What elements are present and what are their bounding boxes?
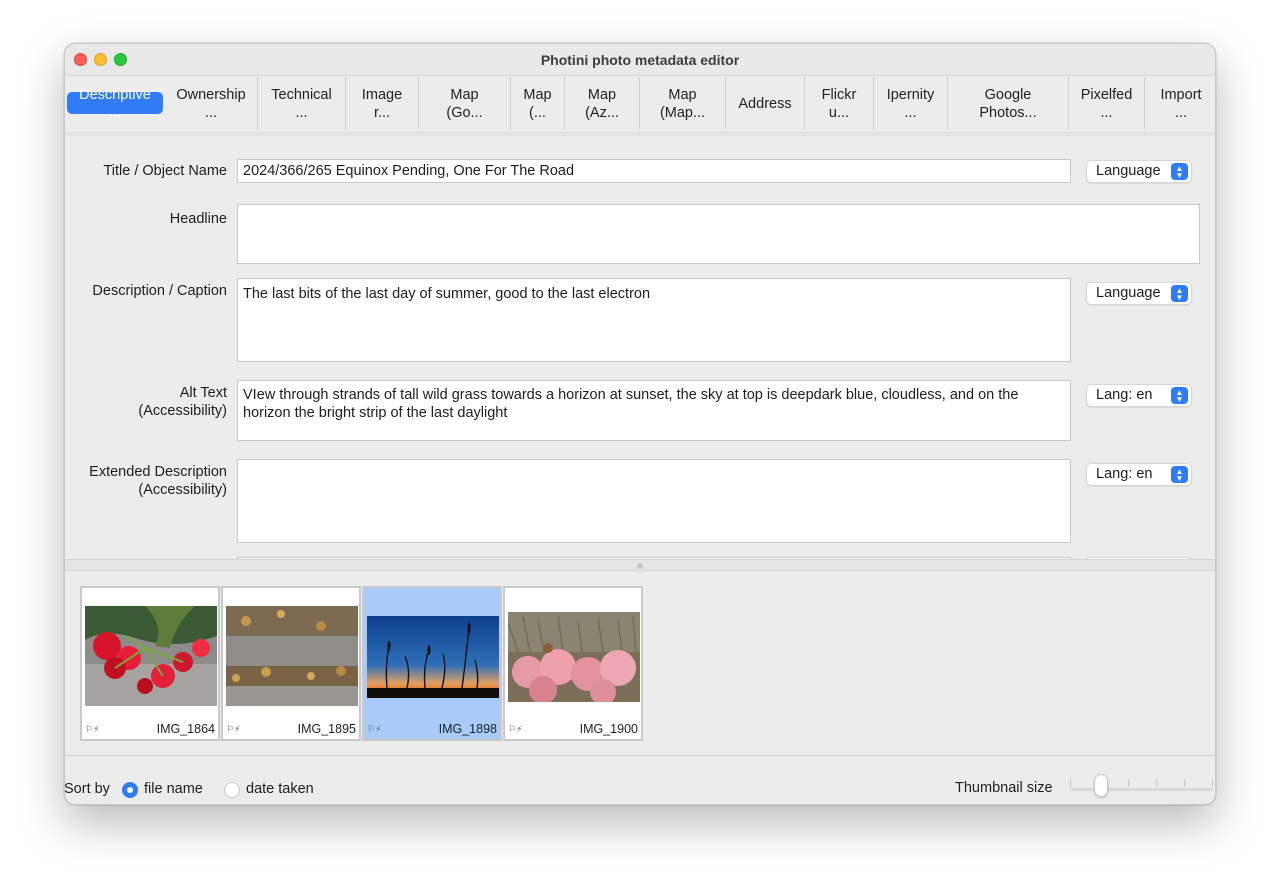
thumbnail-img-1898[interactable]: ⚐⚡ IMG_1898 bbox=[362, 586, 502, 741]
thumbnail-name: IMG_1864 bbox=[156, 722, 215, 736]
app-window: Photini photo metadata editor Descriptiv… bbox=[64, 43, 1216, 805]
flag-icon: ⚐⚡ bbox=[85, 724, 100, 734]
thumbnail-size-slider[interactable] bbox=[1070, 788, 1213, 791]
sort-date-taken-radio[interactable] bbox=[224, 782, 240, 798]
photo-pink-sedum bbox=[508, 612, 640, 702]
flag-icon: ⚐⚡ bbox=[508, 724, 523, 734]
sort-file-name-radio[interactable] bbox=[122, 782, 138, 798]
chevron-updown-icon: ▲ ▼ bbox=[1171, 387, 1188, 404]
thumbnail-name: IMG_1898 bbox=[438, 722, 497, 736]
description-language-select[interactable]: Language ▲ ▼ bbox=[1086, 282, 1192, 305]
sort-file-name-label[interactable]: file name bbox=[144, 781, 203, 797]
bottom-bar: Sort by file name date taken Thumbnail s… bbox=[64, 757, 1215, 804]
tab-ipernity[interactable]: Ipernity... bbox=[874, 77, 948, 129]
slider-tick bbox=[1156, 779, 1157, 787]
title-label: Title / Object Name bbox=[103, 163, 227, 179]
extended-language-select[interactable]: Lang: en ▲ ▼ bbox=[1086, 463, 1192, 486]
alt-text-language-select[interactable]: Lang: en ▲ ▼ bbox=[1086, 384, 1192, 407]
description-input[interactable]: The last bits of the last day of summer,… bbox=[237, 278, 1071, 362]
flag-icon: ⚐⚡ bbox=[367, 724, 382, 734]
tab-image-regions[interactable]: Image r... bbox=[346, 77, 419, 129]
thumbnail-img-1895[interactable]: ⚐⚡ IMG_1895 bbox=[221, 586, 361, 741]
sort-by-label: Sort by bbox=[64, 781, 110, 797]
flag-icon: ⚐⚡ bbox=[226, 724, 241, 734]
tab-map-2[interactable]: Map (... bbox=[511, 77, 565, 129]
tab-ownership[interactable]: Ownership... bbox=[165, 77, 258, 129]
chevron-updown-icon: ▲ ▼ bbox=[1171, 163, 1188, 180]
description-label: Description / Caption bbox=[92, 283, 227, 299]
tab-descriptive[interactable]: Descriptive... bbox=[65, 77, 165, 129]
tab-import[interactable]: Import... bbox=[1145, 77, 1215, 129]
tab-map-google[interactable]: Map (Go... bbox=[419, 77, 511, 129]
thumbnail-size-slider-handle[interactable] bbox=[1094, 774, 1108, 797]
tab-map-azure[interactable]: Map (Az... bbox=[565, 77, 640, 129]
window-title: Photini photo metadata editor bbox=[540, 52, 740, 68]
slider-tick bbox=[1212, 779, 1213, 787]
tab-google-photos[interactable]: Google Photos... bbox=[948, 77, 1069, 129]
tab-flickr[interactable]: Flickr u... bbox=[805, 77, 874, 129]
thumbnail-name: IMG_1900 bbox=[579, 722, 638, 736]
tab-address[interactable]: Address bbox=[726, 77, 805, 129]
tab-bar: Descriptive... Ownership... Technical...… bbox=[65, 77, 1215, 129]
tab-technical[interactable]: Technical... bbox=[258, 77, 346, 129]
slider-tick bbox=[1128, 779, 1129, 787]
thumbnail-img-1900[interactable]: ⚐⚡ IMG_1900 bbox=[503, 586, 643, 741]
extended-description-input[interactable] bbox=[237, 459, 1071, 543]
descriptive-form: Title / Object Name 2024/366/265 Equinox… bbox=[65, 136, 1215, 560]
slider-tick bbox=[1184, 779, 1185, 787]
photo-stone-steps bbox=[226, 606, 358, 706]
photo-sunset-grass bbox=[367, 616, 499, 698]
title-language-select[interactable]: Language ▲ ▼ bbox=[1086, 160, 1192, 183]
thumbnail-name: IMG_1895 bbox=[297, 722, 356, 736]
title-input[interactable]: 2024/366/265 Equinox Pending, One For Th… bbox=[237, 159, 1071, 183]
sort-date-taken-label[interactable]: date taken bbox=[246, 781, 314, 797]
headline-input[interactable] bbox=[237, 204, 1200, 264]
headline-label: Headline bbox=[169, 211, 227, 227]
thumbnail-img-1864[interactable]: ⚐⚡ IMG_1864 bbox=[80, 586, 220, 741]
thumbnail-list: ⚐⚡ IMG_1864 ⚐⚡ IMG_1895 ⚐⚡ IMG_1898 ⚐⚡ I… bbox=[65, 571, 1215, 756]
tab-map-mapbox[interactable]: Map (Map... bbox=[640, 77, 726, 129]
thumbnail-size-label: Thumbnail size bbox=[955, 780, 1053, 796]
extended-description-label: Extended Description (Accessibility) bbox=[89, 464, 227, 498]
splitter-handle[interactable] bbox=[637, 563, 643, 569]
panel-splitter[interactable] bbox=[65, 559, 1215, 571]
photo-red-flowers bbox=[85, 606, 217, 706]
alt-text-label: Alt Text (Accessibility) bbox=[138, 385, 227, 419]
tab-pixelfed[interactable]: Pixelfed... bbox=[1069, 77, 1145, 129]
title-bar: Photini photo metadata editor bbox=[65, 44, 1215, 76]
alt-text-input[interactable]: VIew through strands of tall wild grass … bbox=[237, 380, 1071, 441]
slider-tick bbox=[1070, 779, 1071, 787]
chevron-updown-icon: ▲ ▼ bbox=[1171, 285, 1188, 302]
chevron-updown-icon: ▲ ▼ bbox=[1171, 466, 1188, 483]
